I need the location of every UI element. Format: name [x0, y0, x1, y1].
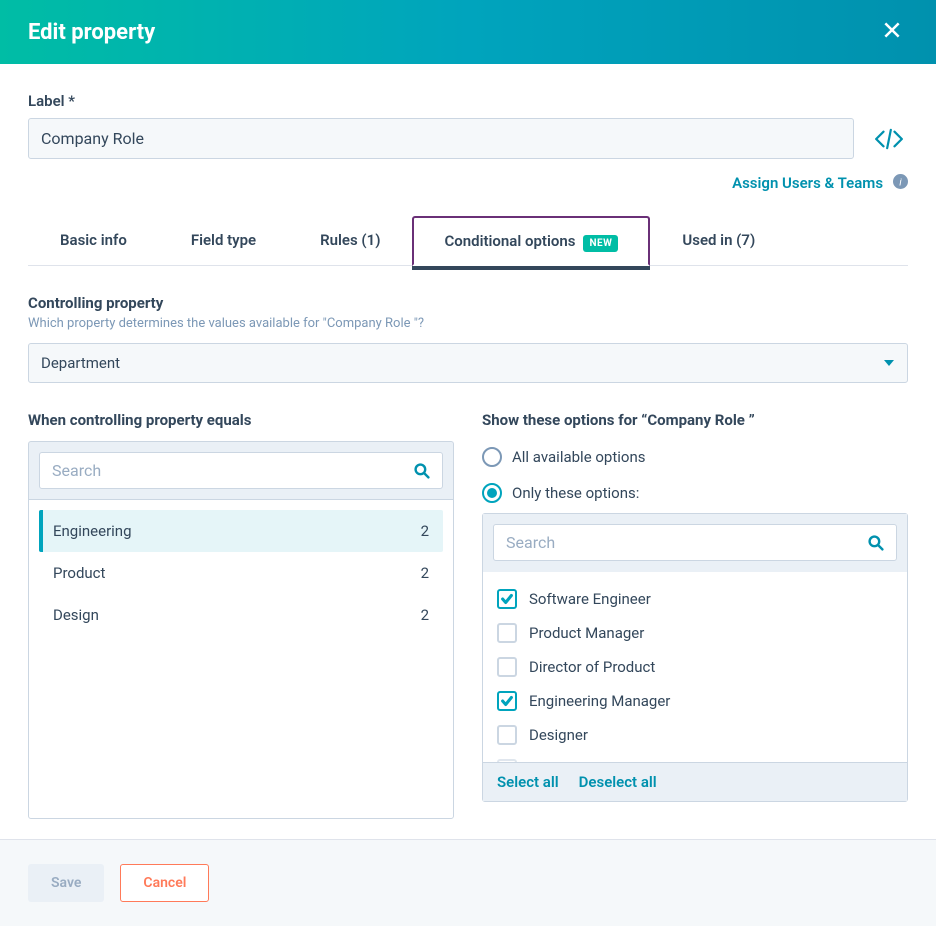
checkbox-icon: [497, 657, 517, 677]
option-row[interactable]: Product Manager: [497, 616, 893, 650]
right-column-title: Show these options for “Company Role ”: [482, 411, 908, 429]
options-search[interactable]: [493, 524, 897, 561]
option-row[interactable]: Design Director: [497, 752, 893, 762]
controlling-property-title: Controlling property: [28, 294, 908, 312]
label-input[interactable]: [28, 118, 854, 159]
label-field-label: Label *: [28, 92, 908, 110]
tab-rules[interactable]: Rules (1): [288, 215, 412, 265]
deselect-all-link[interactable]: Deselect all: [579, 773, 657, 791]
checkbox-icon: [497, 725, 517, 745]
controlling-values-list: Engineering2 Product2 Design2: [28, 499, 454, 819]
tab-field-type[interactable]: Field type: [159, 215, 288, 265]
close-button[interactable]: [876, 14, 908, 50]
radio-all-options[interactable]: All available options: [482, 447, 908, 467]
chevron-down-icon: [883, 357, 895, 369]
assign-users-link[interactable]: Assign Users & Teams: [732, 174, 883, 192]
select-all-link[interactable]: Select all: [497, 773, 559, 791]
new-badge: NEW: [583, 235, 618, 252]
controlling-values-search-input[interactable]: [52, 461, 414, 480]
controlling-values-search[interactable]: [39, 452, 443, 489]
controlling-value-item[interactable]: Engineering2: [39, 510, 443, 552]
checkbox-icon: [497, 691, 517, 711]
option-row[interactable]: Designer: [497, 718, 893, 752]
controlling-property-select[interactable]: Department: [28, 343, 908, 383]
option-row[interactable]: Software Engineer: [497, 582, 893, 616]
modal-footer: Save Cancel: [0, 839, 936, 926]
search-icon: [868, 535, 884, 551]
info-icon[interactable]: i: [893, 174, 908, 193]
modal-title: Edit property: [28, 20, 155, 45]
code-icon[interactable]: [870, 124, 908, 154]
radio-icon: [482, 447, 502, 467]
close-icon: [882, 20, 902, 40]
tab-basic-info[interactable]: Basic info: [28, 215, 159, 265]
tabs: Basic info Field type Rules (1) Conditio…: [28, 215, 908, 266]
radio-only-these[interactable]: Only these options:: [482, 483, 908, 503]
left-column-title: When controlling property equals: [28, 411, 454, 429]
tab-used-in[interactable]: Used in (7): [650, 215, 787, 265]
cancel-button[interactable]: Cancel: [120, 864, 209, 902]
option-row[interactable]: Director of Product: [497, 650, 893, 684]
controlling-property-help: Which property determines the values ava…: [28, 316, 908, 331]
search-icon: [414, 463, 430, 479]
option-row[interactable]: Engineering Manager: [497, 684, 893, 718]
checkbox-icon: [497, 623, 517, 643]
modal-header: Edit property: [0, 0, 936, 64]
tab-conditional-options[interactable]: Conditional optionsNEW: [412, 216, 650, 266]
save-button[interactable]: Save: [28, 864, 104, 902]
radio-icon: [482, 483, 502, 503]
checkbox-icon: [497, 589, 517, 609]
options-search-input[interactable]: [506, 533, 868, 552]
controlling-value-item[interactable]: Product2: [39, 552, 443, 594]
options-list: Software Engineer Product Manager Direct…: [483, 572, 907, 762]
checkbox-icon: [497, 759, 517, 762]
controlling-value-item[interactable]: Design2: [39, 594, 443, 636]
